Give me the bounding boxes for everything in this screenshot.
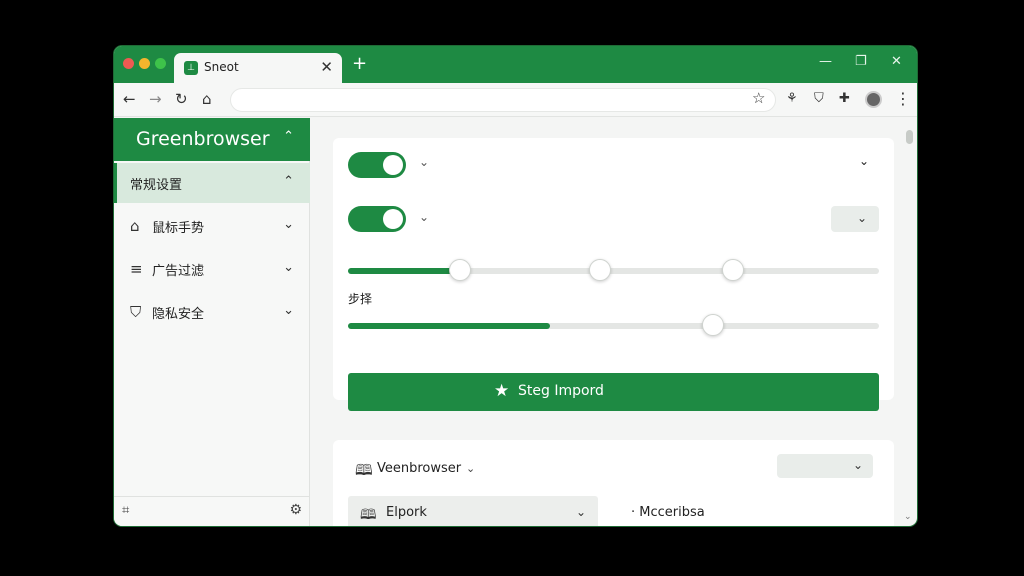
extension-flower-icon[interactable]: ⚘ <box>786 91 798 107</box>
list-icon: ≡ <box>130 260 143 278</box>
star-icon: ★ <box>494 381 510 401</box>
shield-icon: ⛉ <box>130 303 142 321</box>
browser-card: 🕮 Veenbrowser ⌄ ⌄ 🕮 Elpork ⌄ · Mcceribsa <box>333 440 894 526</box>
browser-tab[interactable]: ⊥ Sneot ✕ <box>174 53 342 83</box>
slider-fill-2 <box>348 323 550 329</box>
chevron-down-icon[interactable]: ⌄ <box>904 512 912 522</box>
chevron-down-icon[interactable]: ⌄ <box>859 154 869 168</box>
menu-dots-icon[interactable]: ⋮ <box>895 89 911 108</box>
sidebar-item-label: 广告过滤 <box>152 264 205 279</box>
browser-option-dropdown[interactable]: ⌄ <box>777 454 873 478</box>
chevron-down-icon: ⌄ <box>575 505 586 519</box>
book-icon: 🕮 <box>355 461 373 479</box>
chevron-down-icon[interactable]: ⌄ <box>419 210 429 224</box>
address-bar[interactable] <box>230 88 776 112</box>
import-button[interactable]: ★ Steg Impord <box>348 373 879 411</box>
slider-thumb-2[interactable] <box>589 259 611 281</box>
profile-select[interactable]: 🕮 Elpork ⌄ <box>348 496 598 526</box>
sidebar-item-ad-filter[interactable]: ≡ 广告过滤 ⌄ <box>114 249 310 289</box>
new-tab-button[interactable]: + <box>352 54 367 74</box>
bookmark-star-icon[interactable]: ☆ <box>752 89 765 107</box>
toggle-switch-1[interactable] <box>348 152 406 178</box>
tab-close-icon[interactable]: ✕ <box>320 58 333 76</box>
maximize-icon[interactable]: ❐ <box>855 54 867 70</box>
settings-card: ⌄ ⌄ ⌄ ⌄ 步择 ★ Steg Impord <box>333 138 894 411</box>
sidebar-item-mouse-gestures[interactable]: ⌂ 鼠标手势 ⌄ <box>114 206 310 246</box>
sidebar-header[interactable]: Greenbrowser ⌃ <box>114 118 310 161</box>
window-close-icon[interactable]: ✕ <box>891 54 902 70</box>
open-book-icon: 🕮 <box>360 507 377 523</box>
slider-fill-1 <box>348 268 460 274</box>
slider-thumb-4[interactable] <box>702 314 724 336</box>
mouse-icon: ⌂ <box>130 217 140 235</box>
side-text: · Mcceribsa <box>631 505 705 520</box>
slider-track-1[interactable] <box>348 268 879 274</box>
close-window-dot[interactable] <box>123 58 134 69</box>
slider-label: 步择 <box>348 292 373 306</box>
chevron-down-icon: ⌄ <box>852 458 863 472</box>
extension-shield-icon[interactable]: ⛉ <box>814 91 824 107</box>
settings-sidebar: Greenbrowser ⌃ 常规设置 ⌃ ⌂ 鼠标手势 ⌄ ≡ 广告过滤 ⌄ … <box>114 118 310 526</box>
zoom-window-dot[interactable] <box>155 58 166 69</box>
chevron-down-icon: ⌄ <box>283 217 294 232</box>
reload-icon[interactable]: ↻ <box>175 90 188 108</box>
scrollbar[interactable]: ⌄ <box>904 130 913 522</box>
minimize-icon[interactable]: — <box>819 54 832 70</box>
minimize-window-dot[interactable] <box>139 58 150 69</box>
chevron-up-icon: ⌃ <box>283 129 294 144</box>
toolbar: ← → ↻ ⌂ ☆ ⚘ ⛉ ✚ ⋮ <box>114 83 917 117</box>
tab-favicon-icon: ⊥ <box>184 61 198 75</box>
chevron-down-icon: ⌄ <box>283 303 294 318</box>
avatar[interactable] <box>865 91 882 108</box>
browser-dropdown-label[interactable]: Veenbrowser <box>377 461 461 476</box>
import-button-label: Steg Impord <box>518 383 604 399</box>
chevron-up-icon: ⌃ <box>283 174 294 189</box>
toggle-switch-2[interactable] <box>348 206 406 232</box>
extension-puzzle-icon[interactable]: ✚ <box>839 91 850 107</box>
chevron-down-icon[interactable]: ⌄ <box>419 155 429 169</box>
sidebar-item-label: 鼠标手势 <box>152 221 205 236</box>
browser-window: ⊥ Sneot ✕ + — ❐ ✕ ← → ↻ ⌂ ☆ ⚘ ⛉ ✚ ⋮ Gree… <box>114 46 917 526</box>
slider-track-2[interactable] <box>348 323 879 329</box>
sidebar-item-label: 常规设置 <box>130 178 183 193</box>
slider-thumb-3[interactable] <box>722 259 744 281</box>
title-bar: ⊥ Sneot ✕ + — ❐ ✕ <box>114 46 917 83</box>
scroll-thumb[interactable] <box>906 130 913 144</box>
back-icon[interactable]: ← <box>123 90 136 108</box>
tab-title: Sneot <box>204 60 239 74</box>
gear-icon[interactable]: ⚙ <box>289 502 302 518</box>
option-dropdown[interactable]: ⌄ <box>831 206 879 232</box>
sidebar-item-label: 隐私安全 <box>152 307 205 322</box>
sidebar-title: Greenbrowser <box>136 128 270 150</box>
home-icon[interactable]: ⌂ <box>202 90 212 108</box>
hash-icon[interactable]: ⌗ <box>122 503 129 518</box>
sidebar-footer: ⌗ ⚙ <box>114 496 310 526</box>
forward-icon[interactable]: → <box>149 90 162 108</box>
chevron-down-icon: ⌄ <box>283 260 294 275</box>
sidebar-item-general[interactable]: 常规设置 ⌃ <box>114 163 310 203</box>
chevron-down-icon[interactable]: ⌄ <box>466 462 475 475</box>
sidebar-item-privacy[interactable]: ⛉ 隐私安全 ⌄ <box>114 292 310 332</box>
chevron-down-icon: ⌄ <box>856 211 867 225</box>
profile-select-label: Elpork <box>386 505 427 520</box>
slider-thumb-1[interactable] <box>448 259 471 281</box>
